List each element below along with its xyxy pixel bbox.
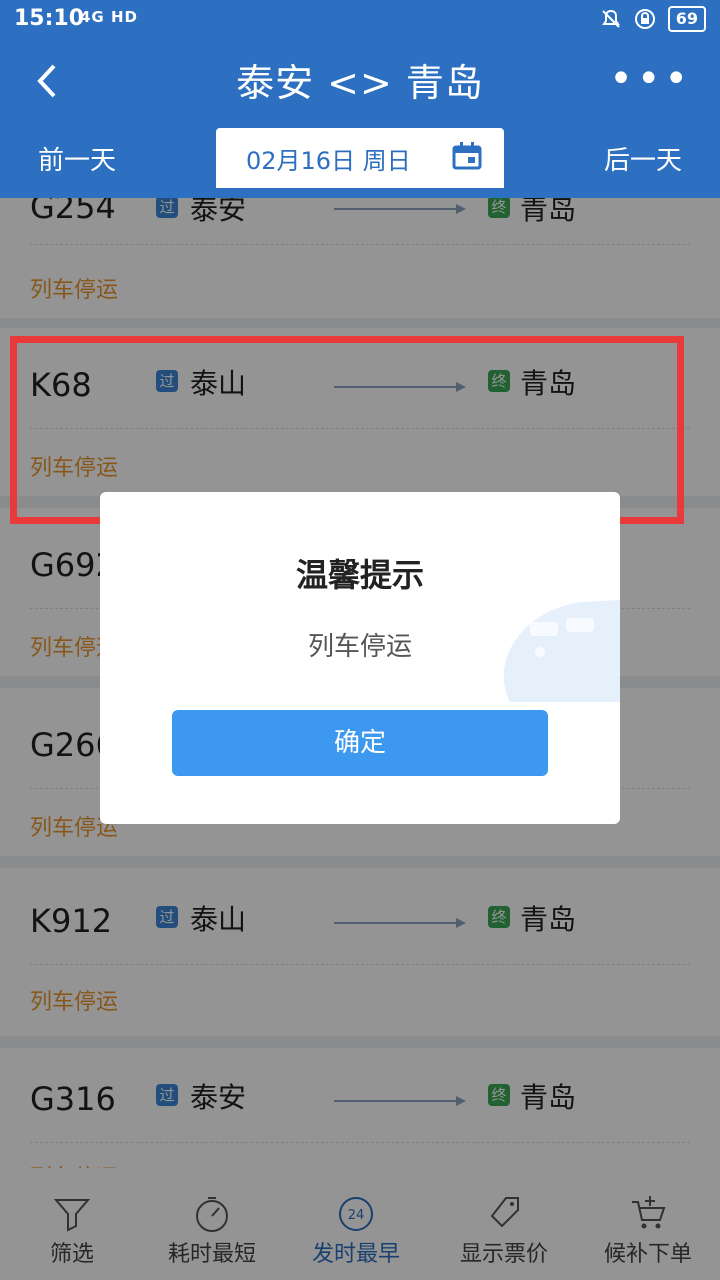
lock-icon — [634, 9, 655, 29]
dialog-message: 列车停运 — [307, 632, 412, 662]
prev-day-button[interactable]: 前一天 — [38, 140, 116, 177]
status-bar: 15:10 4G HD 69 — [0, 0, 720, 38]
mute-bell-icon — [601, 9, 620, 28]
confirm-button[interactable]: 确定 — [172, 710, 548, 776]
header: 泰安 <> 青岛 ••• 前一天 02月16日 周日 后一天 — [0, 38, 720, 198]
more-options-icon[interactable]: ••• — [609, 56, 692, 102]
date-selector[interactable]: 02月16日 周日 — [216, 128, 504, 188]
status-icons: 69 — [600, 6, 706, 32]
date-label: 02月16日 周日 — [246, 146, 411, 175]
battery-indicator: 69 — [667, 6, 706, 32]
dialog-title: 温馨提示 — [295, 556, 424, 594]
next-day-button[interactable]: 后一天 — [604, 140, 682, 177]
network-indicator: 4G HD — [80, 8, 138, 26]
status-time: 15:10 — [14, 6, 85, 31]
calendar-icon — [452, 142, 482, 170]
alert-dialog: 温馨提示 列车停运 确定 — [100, 492, 620, 824]
